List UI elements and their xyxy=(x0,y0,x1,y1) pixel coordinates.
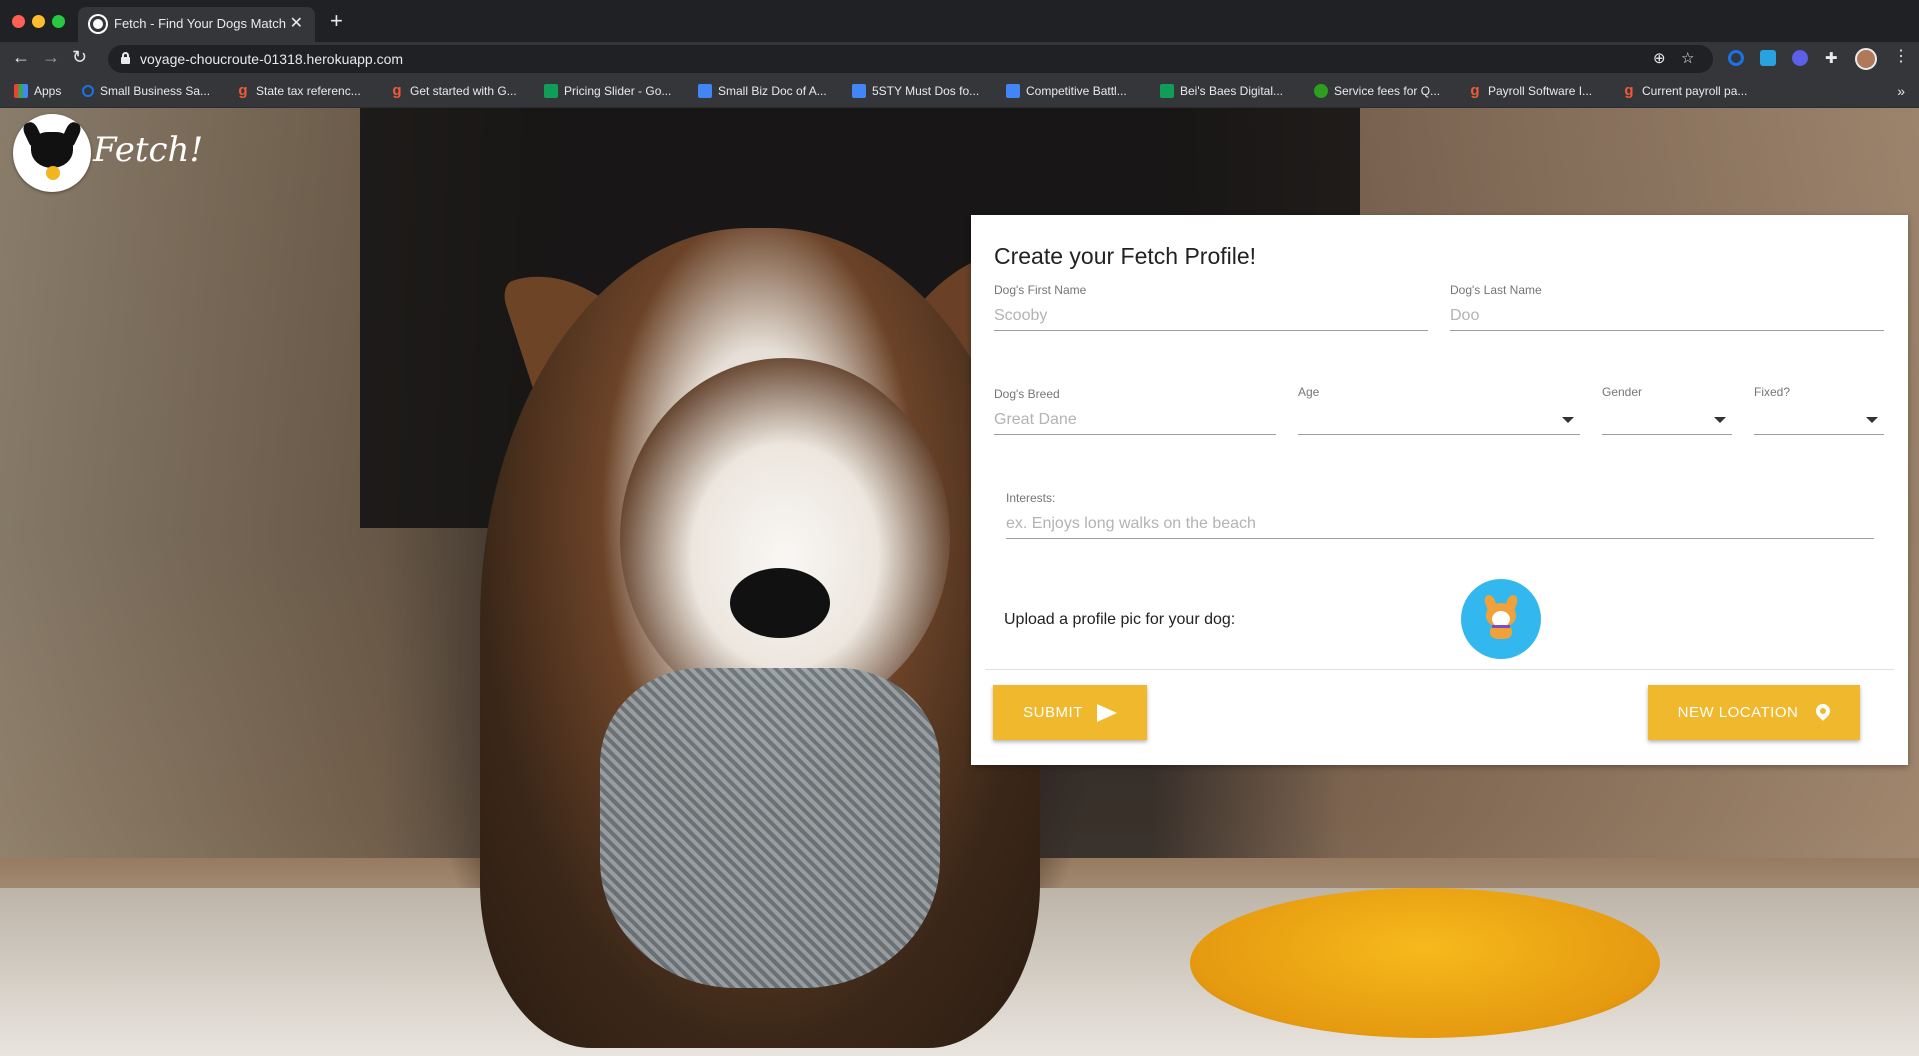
back-icon[interactable]: ← xyxy=(12,47,30,68)
fetch-logo[interactable] xyxy=(13,114,91,192)
bookmark-item[interactable]: Small Biz Doc of A... xyxy=(698,84,827,98)
age-select[interactable] xyxy=(1298,405,1580,435)
page-background: Fetch! Create your Fetch Profile! Dog's … xyxy=(0,108,1919,1056)
bookmark-item[interactable]: Competitive Battl... xyxy=(1006,84,1127,98)
quickbooks-icon xyxy=(1314,84,1328,98)
bookmark-item[interactable]: g Get started with G... xyxy=(390,82,516,99)
form-title: Create your Fetch Profile! xyxy=(994,243,1257,269)
extension-shield-icon[interactable] xyxy=(1792,50,1808,66)
brand-name: Fetch! xyxy=(93,130,204,170)
sheets-icon xyxy=(1160,84,1174,98)
bookmark-item[interactable]: g Payroll Software I... xyxy=(1468,82,1592,99)
logo-tag xyxy=(46,166,60,180)
minimize-window-button[interactable] xyxy=(32,15,45,28)
bookmarks-bar: Apps Small Business Sa... g State tax ref… xyxy=(0,76,1919,108)
gender-label: Gender xyxy=(1602,385,1643,399)
bookmark-item[interactable]: Pricing Slider - Go... xyxy=(544,84,671,98)
docs-icon xyxy=(852,84,866,98)
fixed-label: Fixed? xyxy=(1754,385,1791,399)
browser-toolbar: ← → ↻ voyage-choucroute-01318.herokuapp.… xyxy=(0,42,1919,76)
age-label: Age xyxy=(1298,385,1320,399)
dog-photo-nose xyxy=(730,568,830,638)
lock-icon[interactable] xyxy=(121,52,130,64)
browser-tab[interactable]: Fetch - Find Your Dogs Match ✕ xyxy=(78,7,315,42)
browser-menu-icon[interactable]: ⋮ xyxy=(1893,46,1909,66)
tab-title: Fetch - Find Your Dogs Match xyxy=(114,16,286,31)
maximize-window-button[interactable] xyxy=(52,15,65,28)
bookmark-item[interactable]: g State tax referenc... xyxy=(236,82,360,99)
location-target-icon[interactable]: ⊕ xyxy=(1653,49,1666,67)
bookmark-star-icon[interactable]: ☆ xyxy=(1681,49,1694,67)
browser-tab-bar: Fetch - Find Your Dogs Match ✕ + xyxy=(0,0,1919,42)
reload-icon[interactable]: ↻ xyxy=(72,47,87,68)
g-icon: g xyxy=(1624,82,1634,99)
first-name-input[interactable] xyxy=(994,301,1428,331)
new-location-label: NEW LOCATION xyxy=(1677,704,1799,721)
forward-icon[interactable]: → xyxy=(42,47,60,68)
circle-icon xyxy=(82,85,94,97)
chevron-down-icon xyxy=(1562,417,1574,423)
fixed-select[interactable] xyxy=(1754,405,1884,435)
gender-select[interactable] xyxy=(1602,405,1732,435)
first-name-label: Dog's First Name xyxy=(994,283,1087,297)
new-tab-icon[interactable]: + xyxy=(330,8,343,34)
bookmark-apps[interactable]: Apps xyxy=(14,84,61,98)
close-window-button[interactable] xyxy=(12,15,25,28)
extensions-puzzle-icon[interactable]: ✚ xyxy=(1825,49,1838,67)
sheets-icon xyxy=(544,84,558,98)
more-bookmarks-icon[interactable]: » xyxy=(1897,83,1905,99)
last-name-input[interactable] xyxy=(1450,301,1884,331)
chevron-down-icon xyxy=(1866,417,1878,423)
last-name-label: Dog's Last Name xyxy=(1450,283,1542,297)
send-icon xyxy=(1096,703,1117,722)
interests-label: Interests: xyxy=(1006,491,1056,505)
extension-circle-icon[interactable] xyxy=(1728,50,1744,66)
apps-icon xyxy=(14,84,28,98)
dog-photo-face xyxy=(620,358,950,718)
bookmark-item[interactable]: Bei's Baes Digital... xyxy=(1160,84,1283,98)
url-text[interactable]: voyage-choucroute-01318.herokuapp.com xyxy=(140,51,403,67)
divider xyxy=(985,669,1894,670)
dog-photo-harness xyxy=(600,668,940,988)
extension-calendar-icon[interactable] xyxy=(1760,50,1776,66)
dog-photo-toy xyxy=(1190,888,1660,1038)
g-icon: g xyxy=(1470,82,1480,99)
docs-icon xyxy=(1006,84,1020,98)
g-icon: g xyxy=(238,82,248,99)
address-bar[interactable]: voyage-choucroute-01318.herokuapp.com ⊕ … xyxy=(108,45,1713,73)
submit-label: SUBMIT xyxy=(1023,704,1083,721)
breed-input[interactable] xyxy=(994,405,1276,435)
upload-label: Upload a profile pic for your dog: xyxy=(1004,611,1236,628)
corgi-icon xyxy=(1481,593,1521,641)
breed-label: Dog's Breed xyxy=(994,387,1060,401)
location-pin-icon xyxy=(1813,700,1834,721)
profile-avatar[interactable] xyxy=(1855,48,1877,70)
upload-photo-button[interactable] xyxy=(1461,579,1541,659)
submit-button[interactable]: SUBMIT xyxy=(993,685,1147,740)
profile-form-card: Create your Fetch Profile! Dog's First N… xyxy=(971,215,1908,765)
fetch-favicon-icon xyxy=(90,16,106,32)
close-tab-icon[interactable]: ✕ xyxy=(290,13,303,33)
docs-icon xyxy=(698,84,712,98)
chevron-down-icon xyxy=(1714,417,1726,423)
bookmark-item[interactable]: g Current payroll pa... xyxy=(1622,82,1747,99)
bookmark-item[interactable]: 5STY Must Dos fo... xyxy=(852,84,979,98)
interests-input[interactable] xyxy=(1006,509,1874,539)
bookmark-item[interactable]: Service fees for Q... xyxy=(1314,84,1440,98)
g-icon: g xyxy=(392,82,402,99)
bookmark-item[interactable]: Small Business Sa... xyxy=(82,84,210,98)
new-location-button[interactable]: NEW LOCATION xyxy=(1648,685,1860,740)
dog-logo-icon xyxy=(31,132,73,168)
